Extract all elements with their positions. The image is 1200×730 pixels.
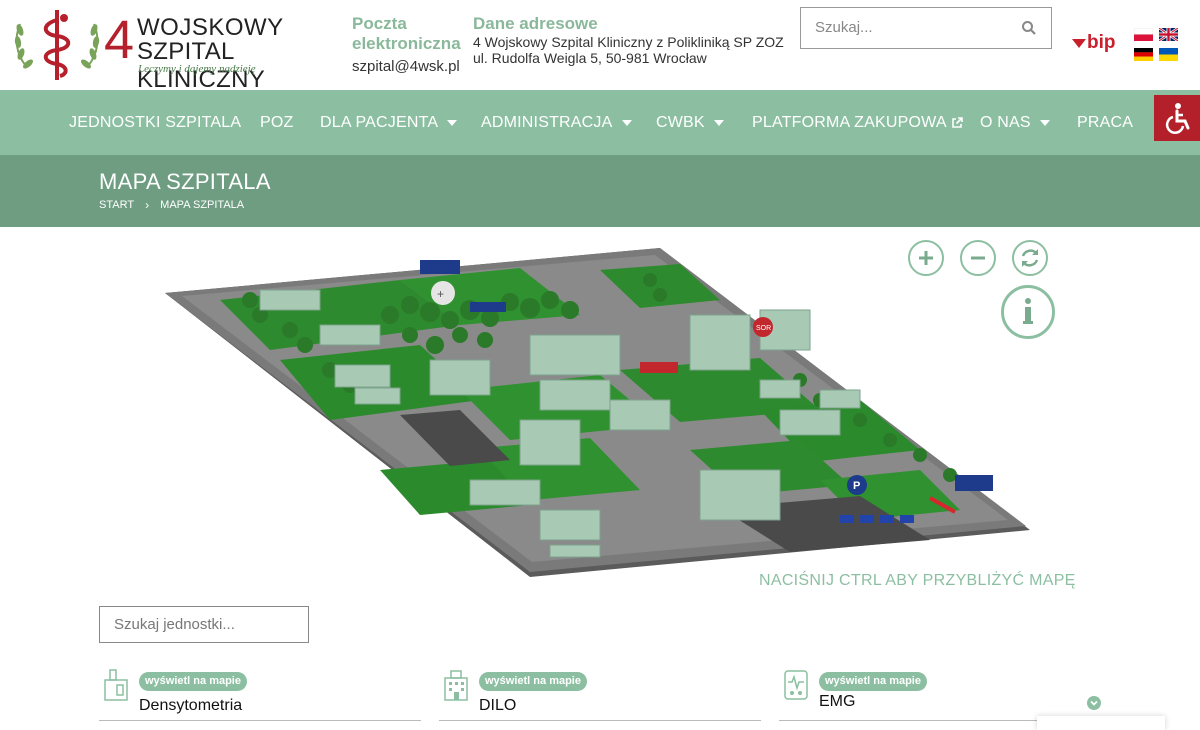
nav-item-poz[interactable]: POZ [260,90,294,155]
nav-label: JEDNOSTKI SZPITALA [69,114,242,131]
unit-card[interactable]: wyświetl na mapie EMG [779,668,1101,721]
unit-card[interactable]: wyświetl na mapie DILO [439,668,761,721]
caret-down-icon [621,119,632,126]
svg-text:+: + [437,287,444,301]
page-title: MAPA SZPITALA [99,169,271,194]
email-block: Poczta elektroniczna szpital@4wsk.pl [352,14,461,75]
wheelchair-icon [1165,103,1190,134]
plus-icon [919,251,933,265]
external-link-icon [951,116,963,128]
breadcrumb-current: MAPA SZPITALA [160,199,245,211]
unit-name: EMG [819,693,856,710]
search-icon[interactable] [1021,20,1037,36]
breadcrumb: START › MAPA SZPITALA [99,198,244,212]
address-line-1: 4 Wojskowy Szpital Kliniczny z Poliklini… [473,34,784,50]
page-header-band: MAPA SZPITALA START › MAPA SZPITALA [0,155,1200,227]
emg-monitor-icon [784,670,808,700]
chevron-right-icon: › [145,198,150,212]
parking-label: P [853,480,860,492]
nav-item-administracja[interactable]: ADMINISTRACJA [481,90,632,155]
show-on-map-badge[interactable]: wyświetl na mapie [479,672,587,691]
unit-name: Densytometria [139,697,243,714]
accessibility-button[interactable] [1154,95,1200,141]
zoom-out-button[interactable] [960,240,996,276]
reset-map-button[interactable] [1012,240,1048,276]
helipad-sign [420,260,460,274]
minus-icon [971,256,985,260]
map-info-button[interactable] [1001,285,1055,339]
email-title-1: Poczta [352,14,407,33]
site-header: 4 WOJSKOWY SZPITAL KLINICZNY Leczymy i d… [0,0,1200,93]
nav-label: O NAS [980,114,1031,131]
show-on-map-badge[interactable]: wyświetl na mapie [819,672,927,691]
entrance-sign [955,475,993,491]
chevron-down-icon [1090,700,1098,706]
sor-label: SOR [756,325,771,332]
flag-de-icon[interactable] [1134,48,1153,61]
building-icon [444,670,468,701]
unit-card[interactable]: wyświetl na mapie Densytometria [99,668,421,721]
nav-label: PLATFORMA ZAKUPOWA [752,114,947,131]
flag-en-icon[interactable] [1159,28,1178,41]
address-block: Dane adresowe 4 Wojskowy Szpital Klinicz… [473,14,784,66]
caduceus-icon [14,10,100,80]
hospital-logo[interactable]: 4 WOJSKOWY SZPITAL KLINICZNY Leczymy i d… [12,6,342,93]
show-on-map-badge[interactable]: wyświetl na mapie [139,672,247,691]
nav-item-dla-pacjenta[interactable]: DLA PACJENTA [320,90,458,155]
main-entrance-sign [640,362,678,373]
nav-label: DLA PACJENTA [320,114,439,131]
site-search [800,7,1052,49]
unit-name: DILO [479,697,517,714]
bip-link[interactable]: bip [1072,32,1116,54]
nav-label: CWBK [656,114,705,131]
info-icon [1023,298,1033,324]
nav-item-platforma-zakupowa[interactable]: PLATFORMA ZAKUPOWA [752,90,963,155]
nav-item-cwbk[interactable]: CWBK [656,90,724,155]
nav-item-o-nas[interactable]: O NAS [980,90,1050,155]
flag-ua-icon[interactable] [1159,48,1178,61]
caret-down-icon [713,119,724,126]
map-zoom-hint: NACIŚNIJ CTRL ABY PRZYBLIŻYĆ MAPĘ [759,572,1076,589]
densitometry-icon [104,669,128,701]
bip-label: bip [1087,32,1116,53]
caret-down-icon [447,119,458,126]
unit-search-input[interactable] [100,607,318,642]
nav-label: POZ [260,114,294,131]
nav-item-praca[interactable]: PRACA [1077,90,1133,155]
main-nav: JEDNOSTKI SZPITALA POZ DLA PACJENTA ADMI… [0,90,1200,155]
language-switcher [1134,28,1180,64]
logo-motto: Leczymy i dajemy nadzieję [138,63,256,75]
breadcrumb-home[interactable]: START [99,199,134,211]
caret-down-icon [1039,119,1050,126]
hospital-map[interactable]: + SOR P [160,240,1040,585]
search-input[interactable] [801,8,1029,46]
unit-search [99,606,318,643]
expand-unit-button[interactable] [1087,696,1101,710]
nav-item-jednostki[interactable]: JEDNOSTKI SZPITALA [69,90,241,155]
nav-label: ADMINISTRACJA [481,114,613,131]
email-link[interactable]: szpital@4wsk.pl [352,58,461,75]
popup-panel [1037,716,1165,730]
address-title: Dane adresowe [473,14,598,33]
nav-label: PRACA [1077,114,1134,131]
zoom-in-button[interactable] [908,240,944,276]
address-line-2: ul. Rudolfa Weigla 5, 50-981 Wrocław [473,50,707,66]
refresh-icon [1021,249,1039,267]
flag-pl-icon[interactable] [1134,28,1153,41]
bip-logo-icon [1072,38,1086,48]
park-sign [470,302,506,312]
logo-number: 4 [104,10,135,70]
email-title-2: elektroniczna [352,34,461,53]
